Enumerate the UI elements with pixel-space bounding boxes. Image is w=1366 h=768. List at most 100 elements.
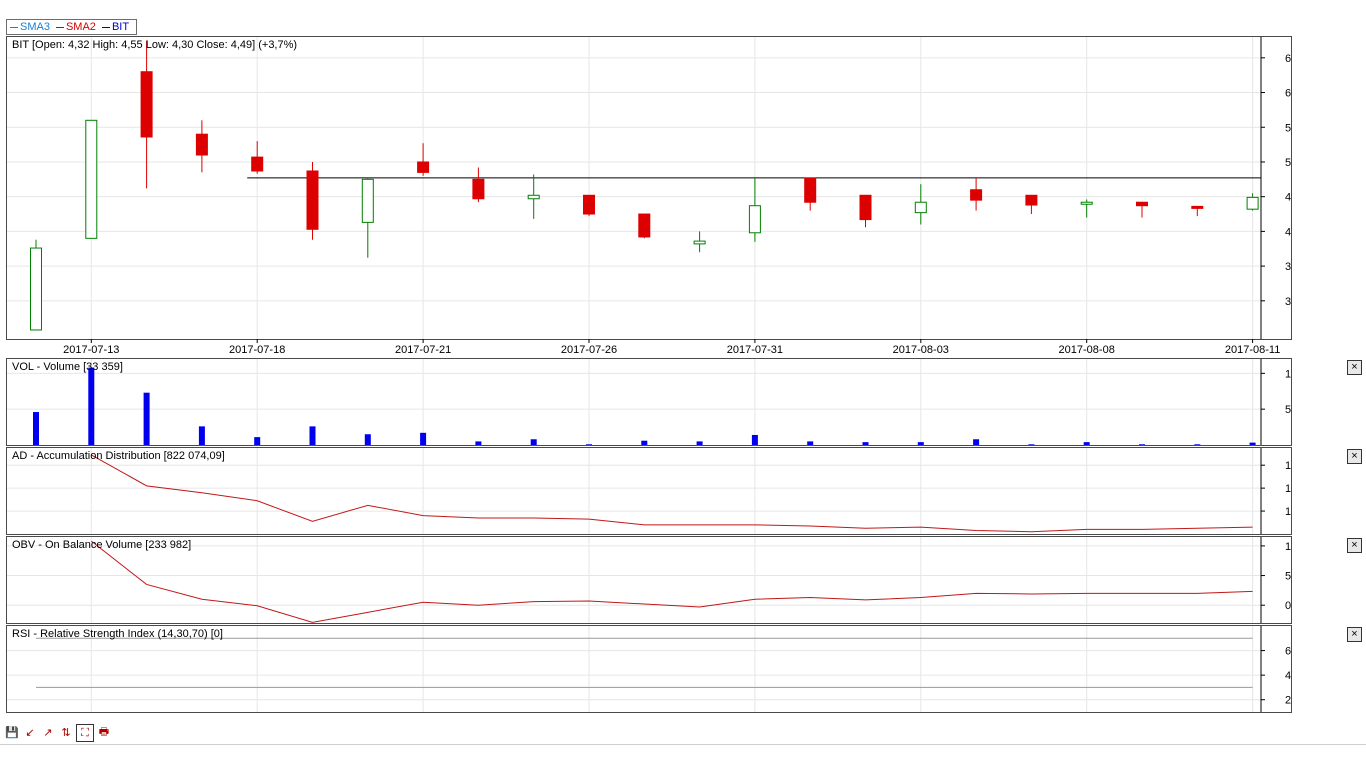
volume-bar xyxy=(807,441,814,445)
y-tick-label: 4,50 xyxy=(1285,192,1291,204)
close-volume-panel-button[interactable]: × xyxy=(1347,360,1362,375)
close-obv-panel-button[interactable]: × xyxy=(1347,538,1362,553)
volume-bar xyxy=(254,437,261,445)
y-tick-label: 1 000 000 xyxy=(1285,368,1291,380)
candle-body xyxy=(472,178,485,200)
y-tick-label: 4,00 xyxy=(1285,226,1291,238)
y-tick-label: 3,00 xyxy=(1285,296,1291,308)
volume-bar xyxy=(1249,442,1256,445)
candle-body xyxy=(583,194,595,215)
close-rsi-panel-button[interactable]: × xyxy=(1347,627,1362,642)
y-tick-label: 1 000 000 xyxy=(1285,506,1291,518)
volume-bar xyxy=(309,426,316,445)
candle-body xyxy=(1136,201,1148,207)
volume-bar xyxy=(973,439,980,445)
y-tick-label: 5,00 xyxy=(1285,157,1291,169)
volume-bar xyxy=(1083,442,1090,445)
x-tick-label: 2017-07-13 xyxy=(63,344,119,356)
y-tick-label: 0 xyxy=(1285,600,1291,612)
volume-bar xyxy=(1194,444,1201,445)
y-tick-label: 5,50 xyxy=(1285,122,1291,134)
y-tick-label: 20 xyxy=(1285,695,1291,707)
ad-panel-title: AD - Accumulation Distribution [822 074,… xyxy=(12,450,225,462)
print-icon[interactable]: 🖶 xyxy=(96,724,112,740)
volume-bar xyxy=(751,434,758,445)
legend-swatch xyxy=(55,26,64,28)
volume-bar xyxy=(641,440,648,445)
bottom-divider xyxy=(0,744,1366,745)
volume-panel[interactable]: 1 000 000 500 000 VOL - Volume [33 359] xyxy=(6,358,1292,446)
obv-panel[interactable]: 1 000 000 500 000 0 OBV - On Balance Volum… xyxy=(6,536,1292,624)
y-tick-label: 3,50 xyxy=(1285,261,1291,273)
candle-body xyxy=(859,194,872,221)
volume-bar xyxy=(198,426,205,445)
obv-chart[interactable]: 1 000 000 500 000 0 xyxy=(7,537,1291,623)
legend-item-sma3: SMA3 xyxy=(10,21,50,33)
volume-bar xyxy=(586,444,592,445)
candle-body xyxy=(361,178,374,223)
y-tick-label: 6,50 xyxy=(1285,53,1291,65)
candle-body xyxy=(527,194,540,200)
x-tick-label: 2017-07-18 xyxy=(229,344,285,356)
ad-panel[interactable]: 1 400 000 1 200 000 1 000 000 AD - Accumul… xyxy=(6,447,1292,535)
rsi-panel-title: RSI - Relative Strength Index (14,30,70)… xyxy=(12,628,223,640)
y-tick-label: 60 xyxy=(1285,646,1291,658)
candle-body xyxy=(30,247,42,331)
x-tick-label: 2017-08-08 xyxy=(1059,344,1115,356)
close-ad-panel-button[interactable]: × xyxy=(1347,449,1362,464)
save-icon[interactable]: 💾 xyxy=(4,724,20,740)
y-tick-label: 1 400 000 xyxy=(1285,460,1291,472)
zoom-out-icon[interactable]: ↗ xyxy=(40,724,56,740)
legend: SMA3 SMA2 BIT xyxy=(6,19,138,35)
legend-label: SMA2 xyxy=(65,21,96,33)
chart-toolbar: 💾 ↙ ↗ ⇅ ⛶ 🖶 xyxy=(4,724,112,742)
legend-label: SMA3 xyxy=(20,21,50,33)
x-tick-label: 2017-07-31 xyxy=(727,344,783,356)
candle-body xyxy=(1246,196,1259,210)
indicator-line xyxy=(91,454,1253,533)
volume-bar xyxy=(1028,444,1035,445)
y-tick-label: 500 000 xyxy=(1285,404,1291,416)
candle-body xyxy=(251,156,264,172)
fit-icon[interactable]: ⛶ xyxy=(76,724,94,742)
candle-body xyxy=(693,240,706,245)
candle-body xyxy=(195,133,208,156)
rsi-panel[interactable]: 60 40 20 RSI - Relative Strength Index (14… xyxy=(6,625,1292,713)
legend-item-bit: BIT xyxy=(101,21,130,33)
candle-body xyxy=(306,170,319,230)
obv-panel-title: OBV - On Balance Volume [233 982] xyxy=(12,539,192,551)
legend-swatch xyxy=(101,26,110,28)
legend-swatch xyxy=(10,26,18,28)
volume-bar xyxy=(475,441,482,445)
candle-body xyxy=(970,189,983,201)
x-tick-label: 2017-07-21 xyxy=(395,344,451,356)
candle-body xyxy=(417,161,430,173)
candle-body xyxy=(140,71,153,138)
volume-bar xyxy=(143,392,150,445)
candle-body xyxy=(748,205,761,234)
volume-bar xyxy=(88,367,95,445)
price-chart[interactable]: 6,50 6,00 5,50 5,00 4,50 4,00 3,50 3,00 xyxy=(7,37,1291,339)
zoom-reset-icon[interactable]: ⇅ xyxy=(58,724,74,740)
zoom-in-icon[interactable]: ↙ xyxy=(22,724,38,740)
volume-bar xyxy=(696,441,703,445)
candle-body xyxy=(1191,205,1204,209)
legend-item-sma2: SMA2 xyxy=(55,21,96,33)
legend-label: BIT xyxy=(111,21,130,33)
volume-bar xyxy=(33,412,39,445)
volume-bar xyxy=(530,439,537,445)
candle-body xyxy=(804,177,817,203)
volume-bar xyxy=(917,442,924,445)
y-tick-label: 500 000 xyxy=(1285,571,1291,583)
volume-bar xyxy=(862,442,869,445)
candle-body xyxy=(1080,201,1093,205)
y-tick-label: 40 xyxy=(1285,670,1291,682)
x-tick-label: 2017-08-11 xyxy=(1225,344,1280,356)
y-tick-label: 1 000 000 xyxy=(1285,541,1291,553)
indicator-line xyxy=(90,540,1253,623)
volume-chart[interactable]: 1 000 000 500 000 xyxy=(7,359,1291,445)
y-tick-label: 1 200 000 xyxy=(1285,483,1291,495)
price-panel[interactable]: 6,50 6,00 5,50 5,00 4,50 4,00 3,50 3,00 BIT [Op… xyxy=(6,36,1292,340)
y-tick-label: 6,00 xyxy=(1285,88,1291,100)
price-panel-title: BIT [Open: 4,32 High: 4,55 Low: 4,30 Clo… xyxy=(12,39,298,51)
